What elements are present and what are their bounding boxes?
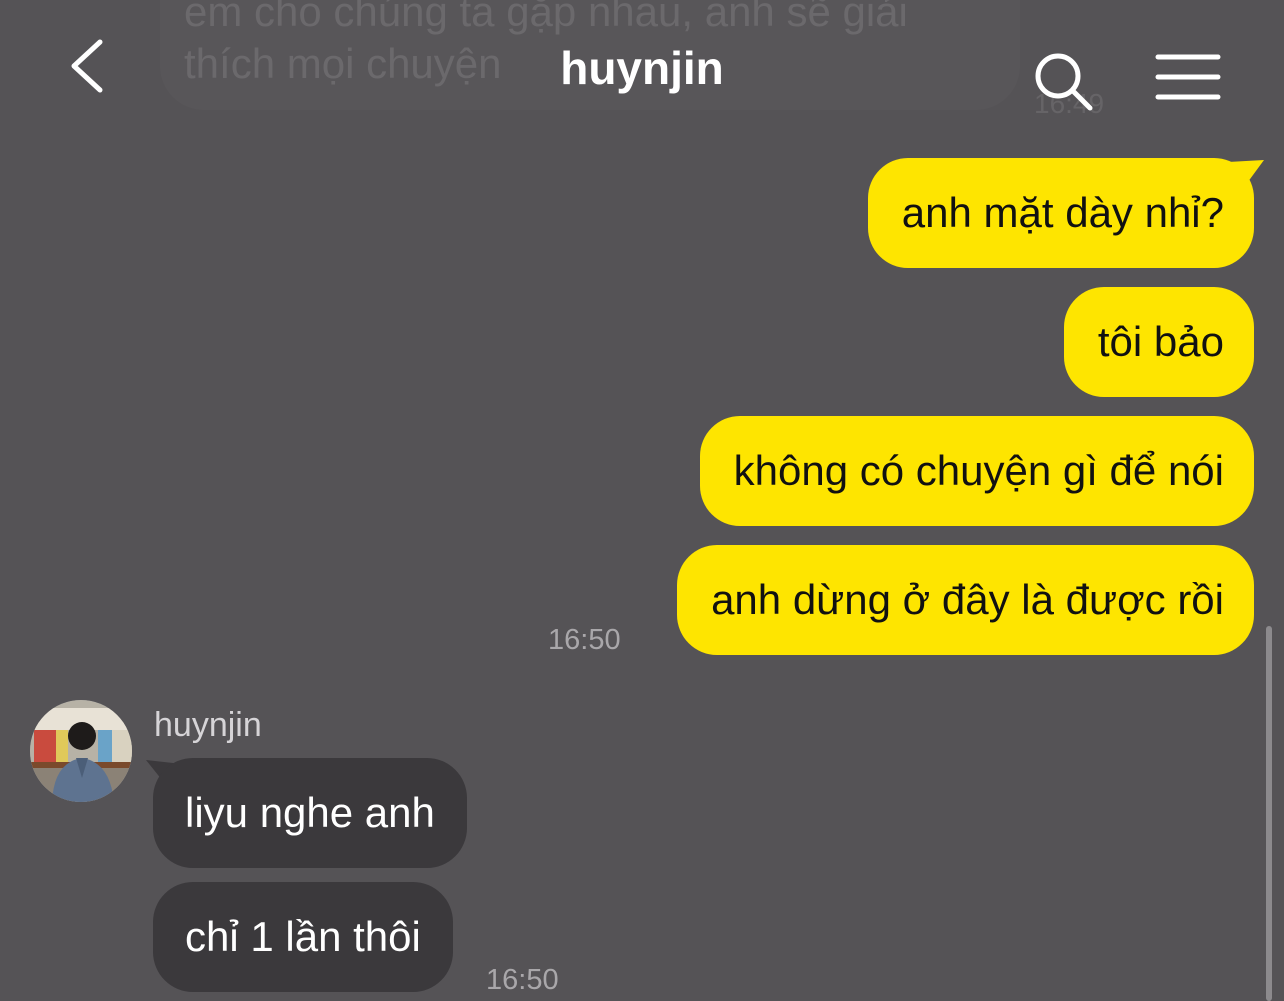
menu-button[interactable]: [1150, 50, 1226, 106]
outgoing-message[interactable]: anh dừng ở đây là được rồi: [677, 545, 1254, 655]
search-button[interactable]: [1030, 48, 1096, 114]
incoming-message[interactable]: liyu nghe anh: [153, 758, 467, 868]
scrollbar[interactable]: [1266, 626, 1272, 1001]
incoming-timestamp: 16:50: [486, 964, 559, 996]
message-text: anh mặt dày nhỉ?: [901, 189, 1224, 236]
sender-name: huynjin: [154, 706, 262, 744]
profile-photo: [30, 700, 132, 802]
message-text: anh dừng ở đây là được rồi: [711, 576, 1224, 623]
outgoing-message[interactable]: tôi bảo: [1063, 287, 1254, 397]
message-text: chỉ 1 lần thôi: [185, 913, 421, 960]
hamburger-menu-icon: [1155, 54, 1221, 100]
outgoing-message[interactable]: anh mặt dày nhỉ?: [867, 158, 1254, 268]
message-text: liyu nghe anh: [185, 789, 435, 836]
incoming-message[interactable]: chỉ 1 lần thôi: [153, 882, 453, 992]
message-text: tôi bảo: [1097, 318, 1224, 365]
search-icon: [1035, 53, 1093, 111]
outgoing-message[interactable]: không có chuyện gì để nói: [699, 416, 1254, 526]
outgoing-timestamp: 16:50: [548, 624, 621, 656]
message-text: không có chuyện gì để nói: [733, 447, 1224, 494]
avatar[interactable]: [30, 700, 132, 802]
